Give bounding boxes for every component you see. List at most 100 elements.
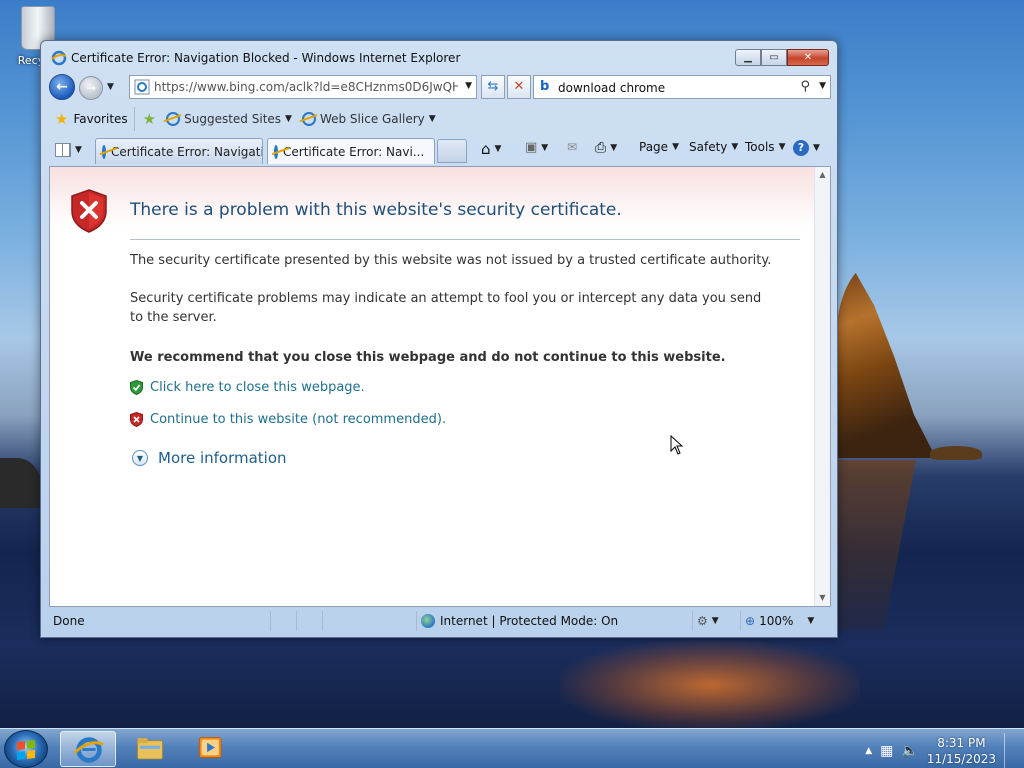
- favorites-label: Favorites: [73, 112, 128, 126]
- scroll-down-icon[interactable]: ▼: [815, 590, 830, 606]
- close-window-button[interactable]: ✕: [787, 49, 829, 66]
- certificate-warning-message: Security certificate problems may indica…: [130, 291, 762, 325]
- tab-label: Certificate Error: Navigati...: [111, 144, 263, 159]
- ie-window: Certificate Error: Navigation Blocked - …: [40, 40, 838, 638]
- zoom-control[interactable]: ⊕ 100% ▼: [741, 611, 821, 631]
- page-menu[interactable]: Page ▼: [639, 140, 679, 154]
- tools-menu[interactable]: Tools ▼: [745, 140, 785, 154]
- taskbar-internet-explorer[interactable]: [60, 731, 116, 767]
- search-icon[interactable]: ⚲: [800, 79, 810, 94]
- zoom-level: 100%: [759, 614, 794, 628]
- page-title: There is a problem with this website's s…: [130, 200, 622, 220]
- status-spacer: [297, 611, 323, 631]
- favorites-bar: ★ Favorites ★ Suggested Sites ▼ Web Slic…: [49, 106, 829, 132]
- maximize-button[interactable]: ▭: [761, 49, 787, 66]
- home-icon: ⌂: [481, 140, 491, 158]
- chevron-down-icon: ▼: [672, 142, 679, 152]
- tab-label: Certificate Error: Navi...: [283, 144, 425, 159]
- volume-muted-icon[interactable]: 🔈: [901, 743, 918, 759]
- chevron-down-icon: ▼: [778, 142, 786, 152]
- page-menu-label: Page: [639, 140, 669, 154]
- search-box[interactable]: b download chrome ⚲ ▼: [533, 75, 831, 99]
- tab-list-dropdown-icon[interactable]: ▼: [75, 145, 82, 155]
- web-slice-gallery-label: Web Slice Gallery: [319, 112, 425, 126]
- help-button[interactable]: ? ▼: [793, 140, 820, 156]
- search-query[interactable]: download chrome: [558, 81, 665, 95]
- help-icon: ?: [793, 140, 809, 156]
- continue-to-website-link[interactable]: Continue to this website (not recommende…: [130, 412, 446, 427]
- tab-ie-icon: [102, 144, 106, 159]
- show-hidden-icons-icon[interactable]: ▲: [865, 746, 872, 756]
- vertical-scrollbar[interactable]: ▲ ▼: [814, 167, 830, 606]
- tab-ie-icon: [274, 144, 278, 159]
- scroll-up-icon[interactable]: ▲: [815, 167, 830, 183]
- show-desktop-button[interactable]: [1004, 733, 1016, 768]
- tab-row: ▼ Certificate Error: Navigati... Certifi…: [49, 136, 829, 164]
- favorites-button[interactable]: ★ Favorites: [49, 107, 135, 131]
- bing-logo-icon: b: [540, 79, 550, 94]
- stop-icon: ✕: [513, 79, 525, 94]
- protected-mode-settings[interactable]: ⚙ ▼: [693, 611, 741, 631]
- print-button[interactable]: ⎙ ▼: [595, 140, 617, 156]
- ie-page-icon: [301, 112, 316, 126]
- maximize-icon: ▭: [769, 52, 779, 63]
- expand-chevron-icon: ▼: [132, 450, 148, 466]
- security-zone[interactable]: Internet | Protected Mode: On: [417, 611, 693, 631]
- gear-icon: ⚙: [697, 614, 708, 628]
- address-url[interactable]: https://www.bing.com/aclk?ld=e8CHznms0D6…: [154, 80, 458, 94]
- start-button[interactable]: [4, 730, 48, 768]
- taskbar-windows-explorer[interactable]: [122, 731, 178, 767]
- certificate-issuer-message: The security certificate presented by th…: [130, 253, 772, 268]
- network-icon[interactable]: ▦: [880, 743, 893, 759]
- globe-icon: [421, 614, 435, 628]
- chevron-down-icon: ▼: [541, 142, 549, 153]
- safety-menu-label: Safety: [689, 140, 728, 154]
- taskbar-media-player[interactable]: [184, 731, 240, 767]
- clock[interactable]: 8:31 PM 11/15/2023: [927, 735, 996, 767]
- quick-tabs-icon: [55, 143, 71, 157]
- chevron-down-icon: ▼: [285, 114, 292, 124]
- tab-certificate-error-2[interactable]: Certificate Error: Navi... ✕: [267, 138, 435, 164]
- status-bar: Done Internet | Protected Mode: On ⚙ ▼ ⊕…: [49, 609, 831, 633]
- safety-menu[interactable]: Safety ▼: [689, 140, 738, 154]
- recommendation-text: We recommend that you close this webpage…: [130, 350, 726, 365]
- windows-logo-icon: [17, 740, 35, 760]
- error-shield-icon: [71, 189, 107, 233]
- stop-button[interactable]: ✕: [507, 75, 531, 99]
- tab-certificate-error-1[interactable]: Certificate Error: Navigati...: [95, 138, 263, 164]
- desktop-sunset-glow: [560, 640, 860, 730]
- more-information-toggle[interactable]: ▼ More information: [132, 449, 287, 467]
- web-slice-gallery-link[interactable]: Web Slice Gallery ▼: [301, 112, 436, 126]
- address-dropdown-icon[interactable]: ▼: [465, 81, 472, 91]
- minimize-button[interactable]: ▁: [735, 49, 761, 66]
- security-zone-label: Internet | Protected Mode: On: [440, 614, 619, 628]
- continue-to-website-label[interactable]: Continue to this website (not recommende…: [150, 412, 446, 427]
- green-shield-check-icon: [130, 380, 143, 395]
- close-webpage-label[interactable]: Click here to close this webpage.: [150, 380, 365, 395]
- title-bar[interactable]: Certificate Error: Navigation Blocked - …: [41, 41, 837, 73]
- add-to-favorites-bar-icon[interactable]: ★: [143, 110, 156, 128]
- close-webpage-link[interactable]: Click here to close this webpage.: [130, 380, 365, 395]
- more-information-label[interactable]: More information: [158, 449, 287, 467]
- forward-arrow-icon: →: [85, 81, 97, 95]
- refresh-button[interactable]: ⇆: [481, 75, 505, 99]
- system-tray: ▲ ▦ 🔈 8:31 PM 11/15/2023: [865, 733, 1016, 768]
- recent-pages-dropdown[interactable]: ▼: [107, 82, 114, 92]
- printer-icon: ⎙: [595, 140, 607, 156]
- feeds-button[interactable]: ▣ ▼: [525, 140, 548, 155]
- suggested-sites-link[interactable]: Suggested Sites ▼: [166, 112, 292, 126]
- forward-button[interactable]: →: [79, 76, 103, 100]
- desktop-rock-reflection: [836, 460, 916, 630]
- clock-time: 8:31 PM: [937, 736, 986, 750]
- home-button[interactable]: ⌂ ▼: [481, 140, 501, 158]
- quick-tabs-button[interactable]: ▼: [55, 139, 91, 161]
- mail-icon: ✉: [567, 140, 578, 154]
- new-tab-button[interactable]: [437, 139, 467, 163]
- page-ie-icon: [134, 79, 150, 95]
- back-arrow-icon: ←: [56, 79, 68, 95]
- read-mail-button[interactable]: ✉: [567, 140, 577, 154]
- search-dropdown-icon[interactable]: ▼: [819, 81, 826, 91]
- red-shield-x-icon: [130, 412, 143, 427]
- back-button[interactable]: ←: [49, 74, 75, 100]
- address-bar[interactable]: https://www.bing.com/aclk?ld=e8CHznms0D6…: [129, 75, 477, 99]
